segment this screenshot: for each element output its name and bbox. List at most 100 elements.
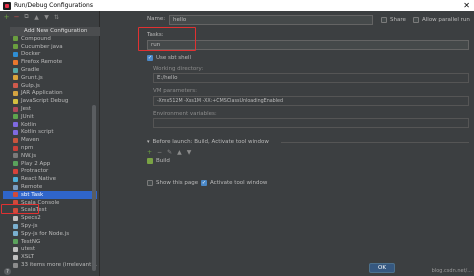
config-type-icon xyxy=(13,90,18,96)
config-type-icon xyxy=(13,153,18,159)
config-type-label: utest xyxy=(21,246,36,253)
config-type-icon xyxy=(13,122,18,128)
config-type-item[interactable]: JavaScript Debug xyxy=(3,97,97,105)
add-task-icon[interactable]: + xyxy=(147,149,152,156)
popup-title: Add New Configuration xyxy=(10,27,100,36)
config-type-item[interactable]: JAR Application xyxy=(3,90,97,98)
config-type-item[interactable]: JUnit xyxy=(3,113,97,121)
before-launch-row[interactable]: ▾ Before launch: Build, Activate tool wi… xyxy=(147,139,269,145)
config-type-item[interactable]: Jest xyxy=(3,105,97,113)
config-type-item[interactable]: Remote xyxy=(3,183,97,191)
envvars-field[interactable] xyxy=(153,118,469,128)
config-type-label: Protractor xyxy=(21,168,49,175)
config-type-item[interactable]: 33 items more (irrelevant)... xyxy=(3,261,97,269)
envvars-label: Environment variables: xyxy=(153,111,217,117)
add-icon[interactable]: + xyxy=(3,13,10,21)
edit-task-icon[interactable]: ✎ xyxy=(167,149,172,156)
use-sbt-label: Use sbt shell xyxy=(156,55,192,61)
config-type-item[interactable]: Gulp.js xyxy=(3,82,97,90)
config-type-item[interactable]: Spy-js xyxy=(3,222,97,230)
vmparams-field[interactable]: -Xmx512M -Xss1M -XX:+CMSClassUnloadingEn… xyxy=(153,96,469,106)
config-type-icon xyxy=(13,262,18,268)
config-type-label: Maven xyxy=(21,137,40,144)
config-type-label: 33 items more (irrelevant)... xyxy=(21,262,97,268)
before-launch-toolbar: + − ✎ ▲ ▼ xyxy=(147,149,191,156)
config-type-label: React Native xyxy=(21,176,57,183)
copy-icon[interactable]: ⧉ xyxy=(23,13,30,21)
before-launch-label: Before launch: Build, Activate tool wind… xyxy=(152,139,269,145)
config-type-icon xyxy=(13,59,18,65)
config-type-item[interactable]: XSLT xyxy=(3,253,97,261)
show-page-checkbox[interactable] xyxy=(147,180,153,186)
config-type-icon xyxy=(13,44,18,50)
config-type-label: sbt Task xyxy=(21,191,44,198)
config-type-icon xyxy=(13,106,18,112)
collapse-icon[interactable]: ▾ xyxy=(147,139,150,145)
config-type-item[interactable]: Gradle xyxy=(3,66,97,74)
config-type-icon xyxy=(13,67,18,73)
parallel-checkbox[interactable] xyxy=(413,17,419,23)
build-task-row[interactable]: Build xyxy=(147,158,170,164)
config-type-label: Play 2 App xyxy=(21,160,51,167)
task-down-icon[interactable]: ▼ xyxy=(187,149,192,156)
config-type-icon xyxy=(13,176,18,182)
config-type-item[interactable]: Maven xyxy=(3,136,97,144)
close-icon[interactable]: ✕ xyxy=(463,1,470,10)
config-type-item[interactable]: Cucumber java xyxy=(3,43,97,51)
share-checkbox[interactable] xyxy=(381,17,387,23)
config-type-icon xyxy=(13,137,18,143)
config-type-item[interactable]: Kotlin script xyxy=(3,129,97,137)
activate-tool-row: ✓ Activate tool window xyxy=(201,180,267,186)
use-sbt-checkbox[interactable]: ✓ xyxy=(147,55,153,61)
use-sbt-row: ✓ Use sbt shell xyxy=(147,55,191,61)
ok-button[interactable]: OK xyxy=(369,263,395,273)
config-type-item[interactable]: Firefox Remote xyxy=(3,58,97,66)
config-type-label: Grunt.js xyxy=(21,74,43,81)
config-type-icon xyxy=(13,223,18,229)
config-tree-panel: + − ⧉ ▲ ▼ ⇅ ▸ CompoundCucumber javaDocke… xyxy=(0,11,100,276)
remove-icon[interactable]: − xyxy=(13,13,20,21)
config-type-item[interactable]: Play 2 App xyxy=(3,160,97,168)
config-type-icon xyxy=(13,192,18,198)
config-type-label: Docker xyxy=(21,51,41,58)
config-type-icon xyxy=(13,161,18,167)
name-field[interactable]: hello xyxy=(169,15,373,25)
config-type-item[interactable]: Compound xyxy=(3,35,97,43)
task-up-icon[interactable]: ▲ xyxy=(177,149,182,156)
config-type-item[interactable]: sbt Task xyxy=(3,190,97,199)
activate-tool-label: Activate tool window xyxy=(210,180,268,186)
config-type-item[interactable]: utest xyxy=(3,246,97,254)
config-type-icon xyxy=(13,51,18,57)
config-type-item[interactable]: Specs2 xyxy=(3,214,97,222)
help-icon[interactable]: ? xyxy=(4,268,11,275)
workdir-field[interactable]: E:/hello xyxy=(153,73,469,83)
vmparams-label: VM parameters: xyxy=(153,88,198,94)
list-scrollbar[interactable] xyxy=(92,105,96,271)
config-type-item[interactable]: Spy-js for Node.js xyxy=(3,230,97,238)
config-form: Name: hello Share Allow parallel run Tas… xyxy=(101,11,474,276)
config-type-item[interactable]: npm xyxy=(3,144,97,152)
config-type-item[interactable]: Grunt.js xyxy=(3,74,97,82)
config-type-item[interactable]: Docker xyxy=(3,51,97,59)
config-type-label: npm xyxy=(21,145,34,152)
show-page-label: Show this page xyxy=(156,180,199,186)
config-type-label: Kotlin script xyxy=(21,129,54,136)
sort-icon[interactable]: ⇅ xyxy=(53,14,60,21)
share-row: Share xyxy=(381,17,406,23)
config-type-icon xyxy=(13,114,18,120)
move-up-icon[interactable]: ▲ xyxy=(33,14,40,21)
build-task-label: Build xyxy=(156,158,170,164)
config-type-item[interactable]: Protractor xyxy=(3,168,97,176)
config-type-label: Gradle xyxy=(21,67,40,74)
config-type-item[interactable]: TestNG xyxy=(3,238,97,246)
config-type-item[interactable]: Kotlin xyxy=(3,121,97,129)
sbt-task-highlight xyxy=(1,204,39,214)
config-type-label: Spy-js for Node.js xyxy=(21,230,70,237)
section-divider xyxy=(281,142,469,143)
move-down-icon[interactable]: ▼ xyxy=(43,14,50,21)
config-type-item[interactable]: React Native xyxy=(3,175,97,183)
config-type-item[interactable]: NW.js xyxy=(3,152,97,160)
config-type-label: Jest xyxy=(21,106,32,113)
activate-tool-checkbox[interactable]: ✓ xyxy=(201,180,207,186)
remove-task-icon[interactable]: − xyxy=(157,149,162,156)
